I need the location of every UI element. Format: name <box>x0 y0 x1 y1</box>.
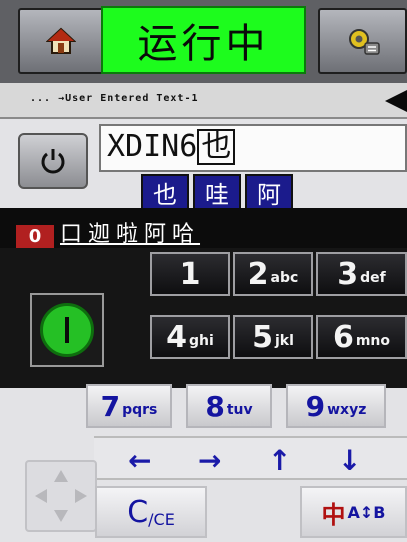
four-way-arrow-icon <box>35 470 87 522</box>
arrow-down-key[interactable]: ↓ <box>338 444 361 477</box>
power-button[interactable] <box>18 133 88 189</box>
key-digit: 6 <box>332 319 354 355</box>
key-9[interactable]: 9 wxyz <box>286 384 386 428</box>
key-digit: 9 <box>305 389 326 423</box>
settings-button[interactable] <box>318 8 407 74</box>
key-6[interactable]: 6 mno <box>316 315 407 359</box>
text-input-field[interactable]: XDIN6 也 <box>99 124 407 172</box>
key-letters: wxyz <box>327 402 367 418</box>
key-digit: 8 <box>205 389 225 423</box>
key-digit: 1 <box>179 256 201 292</box>
candidate-item[interactable]: 也 <box>141 174 189 210</box>
arrow-up-key[interactable]: ↑ <box>268 444 291 477</box>
key-3[interactable]: 3 def <box>316 252 407 296</box>
arrow-left-key[interactable]: ← <box>128 444 151 477</box>
message-text: ... →User Entered Text-1 <box>30 93 199 104</box>
candidate-row: 也 哇 阿 <box>99 174 407 210</box>
candidate-item[interactable]: 阿 <box>245 174 293 210</box>
arrow-right-key[interactable]: → <box>198 444 221 477</box>
power-icon <box>41 149 65 174</box>
key-1[interactable]: 1 <box>150 252 230 296</box>
key-8[interactable]: 8 tuv <box>186 384 272 428</box>
home-icon <box>46 27 76 54</box>
key-5[interactable]: 5 jkl <box>233 315 313 359</box>
start-icon <box>40 303 94 357</box>
clear-key-sub: /CE <box>148 509 175 529</box>
key-letters: jkl <box>274 333 294 349</box>
key-letters: ghi <box>189 333 214 349</box>
settings-gear-icon <box>348 29 380 55</box>
key-letters: pqrs <box>122 402 158 418</box>
key-digit: 4 <box>166 319 188 355</box>
input-value: XDIN6 <box>107 129 198 164</box>
arrow-key-row: ← → ↑ ↓ <box>94 436 407 480</box>
key-4[interactable]: 4 ghi <box>150 315 230 359</box>
key-7[interactable]: 7 pqrs <box>86 384 172 428</box>
key-digit: 5 <box>252 319 273 355</box>
ime-key-label: 中 <box>321 500 346 529</box>
key-digit: 3 <box>337 256 359 292</box>
start-button[interactable] <box>30 293 104 367</box>
ime-tab-row: 口迦啦阿哈 <box>0 208 407 250</box>
cursor-character: 也 <box>197 129 236 165</box>
key-letters: def <box>360 270 386 286</box>
lock-indicator: 0 <box>16 225 54 249</box>
key-letters: tuv <box>226 402 253 418</box>
key-letters: mno <box>355 333 391 349</box>
navigation-pad[interactable] <box>25 460 97 532</box>
clear-key[interactable]: C/CE <box>95 486 207 538</box>
message-bar: ... →User Entered Text-1 <box>0 83 407 119</box>
ime-tab-label[interactable]: 口迦啦阿哈 <box>60 216 200 248</box>
key-2[interactable]: 2 abc <box>233 252 313 296</box>
left-triangle-icon[interactable] <box>381 88 407 114</box>
ime-key-sub: A↕B <box>347 502 386 522</box>
key-digit: 7 <box>100 389 121 423</box>
home-button[interactable] <box>18 8 104 74</box>
key-letters: abc <box>270 270 299 286</box>
input-method-key[interactable]: 中 A↕B <box>300 486 407 538</box>
key-digit: 2 <box>247 256 269 292</box>
run-status-indicator: 运行中 <box>101 6 306 74</box>
candidate-item[interactable]: 哇 <box>193 174 241 210</box>
clear-key-label: C <box>127 494 149 530</box>
